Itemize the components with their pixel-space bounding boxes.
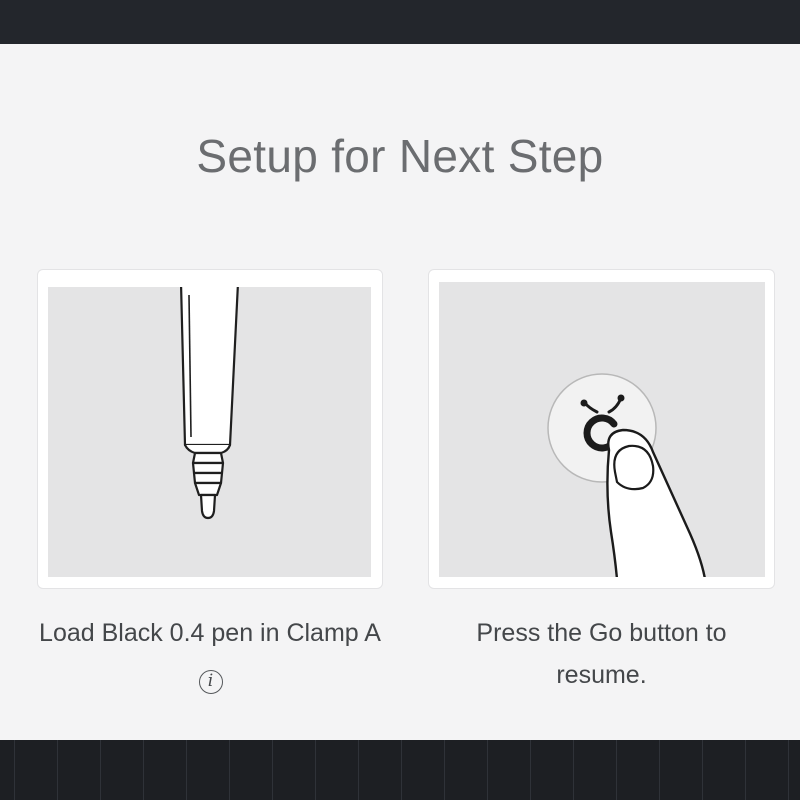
step-card-press-go [428, 269, 775, 589]
step-caption-press-go: Press the Go button to resume. [476, 619, 727, 689]
app-top-bar [0, 0, 800, 44]
go-button-press-illustration [439, 282, 765, 577]
step-card-load-pen [37, 269, 383, 589]
step-caption-text: Load Black 0.4 pen in Clamp A [39, 619, 381, 647]
app-bottom-canvas [0, 740, 800, 800]
info-icon[interactable]: i [198, 670, 223, 694]
step-caption-load-pen: Load Black 0.4 pen in Clamp A i [37, 612, 383, 696]
dialog-title: Setup for Next Step [196, 130, 604, 182]
pen-tip-illustration [48, 287, 371, 577]
